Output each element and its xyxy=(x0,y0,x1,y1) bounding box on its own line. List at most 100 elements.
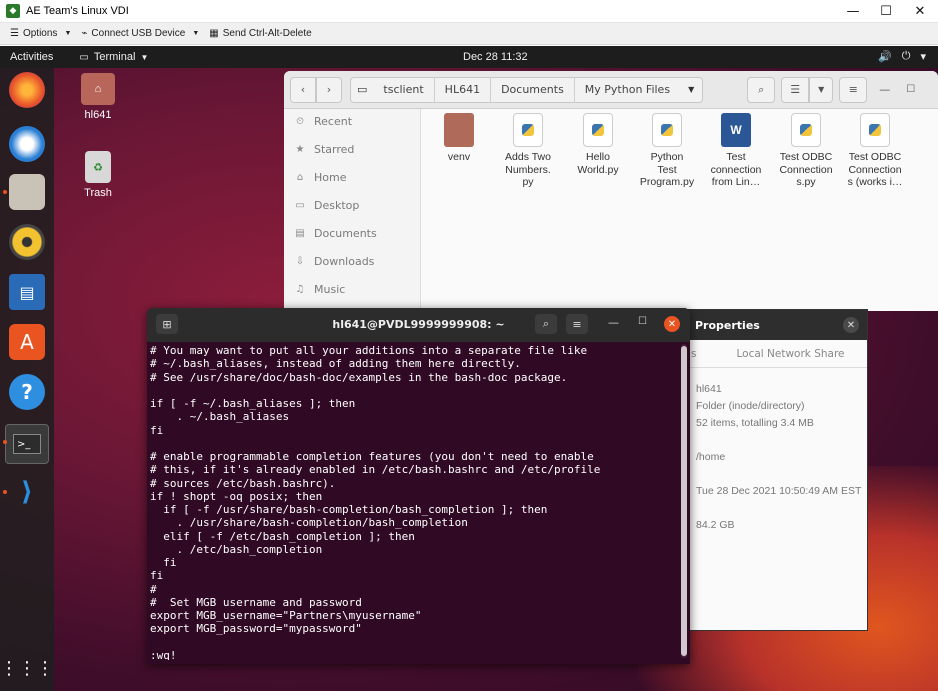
forward-button[interactable]: › xyxy=(316,76,342,103)
file-item-adds-two-numbers[interactable]: Adds Two Numbers. py xyxy=(495,111,561,189)
writer-icon[interactable]: ▤ xyxy=(9,274,45,310)
file-item-test-odbc-connections-py[interactable]: Test ODBC Connection s.py xyxy=(773,111,839,189)
file-name-line: Adds Two xyxy=(505,151,551,163)
minimize-icon[interactable]: — xyxy=(879,83,890,96)
terminal-line: export MGB_password="mypassword" xyxy=(150,622,362,636)
minimize-icon[interactable]: — xyxy=(836,0,870,23)
minimize-icon[interactable]: — xyxy=(608,316,619,329)
ctrl-alt-delete-button[interactable]: ▦ Send Ctrl-Alt-Delete xyxy=(209,28,311,39)
chevron-down-icon: ▼ xyxy=(64,30,72,37)
close-icon[interactable]: ✕ xyxy=(843,317,859,333)
menu-button[interactable]: ≡ xyxy=(839,76,868,103)
terminal-line: fi xyxy=(150,556,177,569)
tab-local-network-share[interactable]: Local Network Share xyxy=(736,348,844,360)
view-options-button[interactable]: ▼ xyxy=(809,76,834,103)
terminal-icon[interactable]: >_ xyxy=(5,424,49,464)
system-tray[interactable]: 🔊 ⏻ ▾ xyxy=(878,50,926,63)
property-free-space: 84.2 GB xyxy=(696,519,735,531)
thunderbird-icon[interactable] xyxy=(9,126,45,162)
sidebar-item-label: Recent xyxy=(314,114,353,128)
terminal-line: if [ -f ~/.bash_aliases ]; then xyxy=(150,397,356,410)
vdi-logo-icon: ◆ xyxy=(6,4,20,18)
python-file-icon xyxy=(652,113,682,147)
terminal-scrollbar[interactable] xyxy=(681,344,687,658)
file-name-line: py xyxy=(522,176,534,188)
sidebar-item-desktop[interactable]: ▭ Desktop xyxy=(284,191,420,219)
sidebar-item-music[interactable]: ♫ Music xyxy=(284,275,420,303)
sidebar-item-label: Music xyxy=(314,282,346,296)
back-button[interactable]: ‹ xyxy=(290,76,316,103)
sidebar-item-documents[interactable]: ▤ Documents xyxy=(284,219,420,247)
breadcrumb-hl641[interactable]: HL641 xyxy=(435,76,492,103)
properties-dialog: Properties ✕ s Local Network Share hl641… xyxy=(686,309,868,631)
power-icon[interactable]: ⏻ xyxy=(902,50,911,63)
search-button[interactable]: ⌕ xyxy=(535,314,557,334)
firefox-icon[interactable] xyxy=(9,72,45,108)
property-modified: Tue 28 Dec 2021 10:50:49 AM EST xyxy=(696,485,862,497)
keyboard-icon: ▦ xyxy=(209,28,219,39)
breadcrumb-tsclient[interactable]: tsclient xyxy=(373,76,435,103)
file-item-venv[interactable]: venv xyxy=(426,111,492,164)
software-center-icon[interactable]: A xyxy=(9,324,45,360)
properties-title: Properties xyxy=(695,318,760,332)
chevron-down-icon[interactable]: ▾ xyxy=(920,50,926,63)
rhythmbox-icon[interactable] xyxy=(9,224,45,260)
trash-icon: ♻ xyxy=(85,151,111,183)
usb-icon: ⌁ xyxy=(81,28,88,39)
show-apps-icon[interactable]: ⋮⋮⋮ xyxy=(0,650,54,686)
menu-button[interactable]: ≡ xyxy=(566,314,588,334)
activities-button[interactable]: Activities xyxy=(10,51,53,63)
help-icon[interactable]: ? xyxy=(9,374,45,410)
search-button[interactable]: ⌕ xyxy=(747,76,776,103)
file-item-test-connection[interactable]: W Test connection from Lin… xyxy=(703,111,769,189)
desktop-icon-home[interactable]: ⌂ hl641 xyxy=(68,73,128,121)
close-icon[interactable]: ✕ xyxy=(664,316,680,332)
file-item-hello-world[interactable]: Hello World.py xyxy=(565,111,631,176)
options-label: Options xyxy=(22,28,58,39)
maximize-icon[interactable]: ☐ xyxy=(869,0,903,23)
terminal-headerbar: ⊞ hl641@PVDL9999999908: ~ ⌕ ≡ — ☐ ✕ xyxy=(147,308,690,342)
maximize-icon[interactable]: ☐ xyxy=(638,316,647,327)
file-name-line: from Lin… xyxy=(711,176,761,188)
file-manager-window: ‹ › ▭ tsclient HL641 Documents My Python… xyxy=(284,71,938,311)
files-icon[interactable] xyxy=(9,174,45,210)
connect-usb-menu[interactable]: ⌁ Connect USB Device ▼ xyxy=(81,28,199,39)
terminal-line: # this, if it's already enabled in /etc/… xyxy=(150,463,601,477)
scrollbar-thumb[interactable] xyxy=(681,346,687,656)
terminal-line: :wq! xyxy=(150,648,177,660)
desktop-icon-label: Trash xyxy=(84,187,112,199)
clock[interactable]: Dec 28 11:32 xyxy=(463,51,528,63)
desktop-icon: ▭ xyxy=(295,199,305,211)
vscode-icon[interactable]: ⟩ xyxy=(9,474,45,510)
terminal-glyph-icon: >_ xyxy=(13,434,41,454)
sidebar-item-starred[interactable]: ★ Starred xyxy=(284,135,420,163)
list-view-button[interactable]: ☰ xyxy=(781,76,810,103)
sidebar-item-downloads[interactable]: ⇩ Downloads xyxy=(284,247,420,275)
options-menu[interactable]: ☰ Options ▼ xyxy=(10,28,71,39)
volume-icon[interactable]: 🔊 xyxy=(878,50,892,63)
sidebar-item-recent[interactable]: ⏲ Recent xyxy=(284,107,420,135)
terminal-line: if ! shopt -oq posix; then xyxy=(150,489,323,503)
chevron-down-icon[interactable]: ▼ xyxy=(680,85,702,94)
desktop-icon-trash[interactable]: ♻ Trash xyxy=(68,151,128,199)
chevron-down-icon: ▼ xyxy=(140,52,149,62)
file-name-line: Hello xyxy=(586,151,610,163)
file-item-test-odbc-connections-works[interactable]: Test ODBC Connection s (works i… xyxy=(842,111,908,189)
sidebar-item-home[interactable]: ⌂ Home xyxy=(284,163,420,191)
terminal-output[interactable]: # You may want to put all your additions… xyxy=(150,344,680,660)
terminal-line: . ~/.bash_aliases xyxy=(150,410,290,424)
breadcrumb-my-python-files[interactable]: My Python Files xyxy=(575,77,680,103)
file-item-python-test-program[interactable]: Python Test Program.py xyxy=(634,111,700,189)
terminal-line: if [ -f /usr/share/bash-completion/bash_… xyxy=(150,503,548,516)
word-document-icon: W xyxy=(721,113,751,147)
python-file-icon xyxy=(860,113,890,147)
tab-basic[interactable]: s xyxy=(691,348,696,360)
maximize-icon[interactable]: ☐ xyxy=(906,84,915,95)
file-name-line: Test xyxy=(657,163,677,176)
app-menu[interactable]: ▭ Terminal ▼ xyxy=(79,51,148,63)
file-name-line: s.py xyxy=(796,176,816,188)
connect-usb-label: Connect USB Device xyxy=(91,28,186,39)
close-icon[interactable]: ✕ xyxy=(903,0,937,23)
breadcrumb-documents[interactable]: Documents xyxy=(491,76,575,103)
